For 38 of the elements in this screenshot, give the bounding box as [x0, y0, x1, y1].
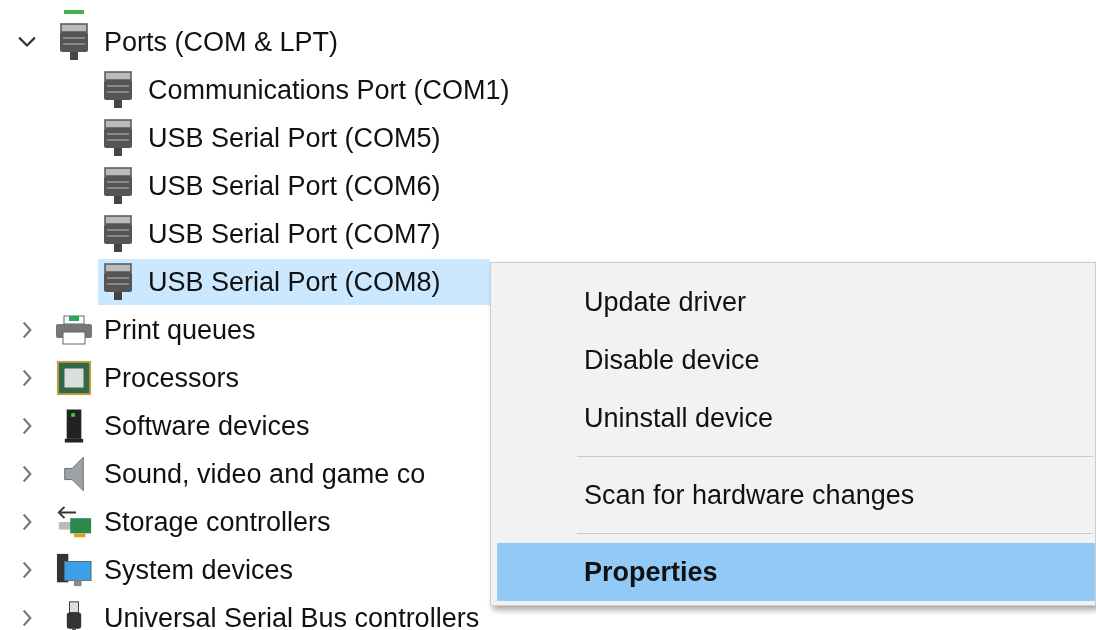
expand-chevron-icon[interactable] [21, 608, 33, 628]
menu-item[interactable]: Update driver [497, 273, 1095, 331]
serial-port-icon [102, 214, 134, 254]
expand-chevron-icon[interactable] [21, 368, 33, 388]
usb-plug-icon [65, 598, 83, 630]
tree-item[interactable]: Print queues [54, 307, 264, 353]
serial-port-icon [102, 262, 134, 302]
partial-icon [64, 10, 84, 14]
expand-chevron-icon[interactable] [21, 320, 33, 340]
expand-chevron-icon[interactable] [21, 560, 33, 580]
expand-chevron-icon[interactable] [21, 464, 33, 484]
tree-item[interactable]: USB Serial Port (COM8) [98, 259, 490, 305]
tree-item[interactable]: USB Serial Port (COM6) [98, 163, 449, 209]
menu-item[interactable]: Uninstall device [497, 389, 1095, 447]
printer-icon [54, 314, 94, 346]
serial-port-icon [102, 70, 134, 110]
tree-item[interactable]: System devices [54, 547, 302, 593]
menu-item[interactable]: Properties [497, 543, 1095, 601]
tree-item[interactable]: Sound, video and game co [54, 451, 434, 497]
tree-item[interactable]: Processors [54, 355, 248, 401]
collapse-chevron-icon[interactable] [16, 35, 38, 49]
tree-item[interactable]: Storage controllers [54, 499, 339, 545]
tree-item[interactable]: Universal Serial Bus controllers [54, 595, 488, 630]
chip-icon [55, 359, 93, 397]
tree-item[interactable]: Communications Port (COM1) [98, 67, 518, 113]
computer-monitor-icon [55, 552, 93, 588]
expand-chevron-icon[interactable] [21, 416, 33, 436]
serial-port-icon [102, 166, 134, 206]
tree-item[interactable]: Software devices [54, 403, 318, 449]
menu-item[interactable]: Disable device [497, 331, 1095, 389]
serial-port-icon [58, 22, 90, 62]
tree-item[interactable]: USB Serial Port (COM5) [98, 115, 449, 161]
tree-item[interactable]: USB Serial Port (COM7) [98, 211, 449, 257]
serial-port-icon [102, 118, 134, 158]
menu-item[interactable]: Scan for hardware changes [497, 466, 1095, 524]
tree-item[interactable]: Ports (COM & LPT) [54, 19, 347, 65]
speaker-icon [61, 454, 87, 494]
expand-chevron-icon[interactable] [21, 512, 33, 532]
